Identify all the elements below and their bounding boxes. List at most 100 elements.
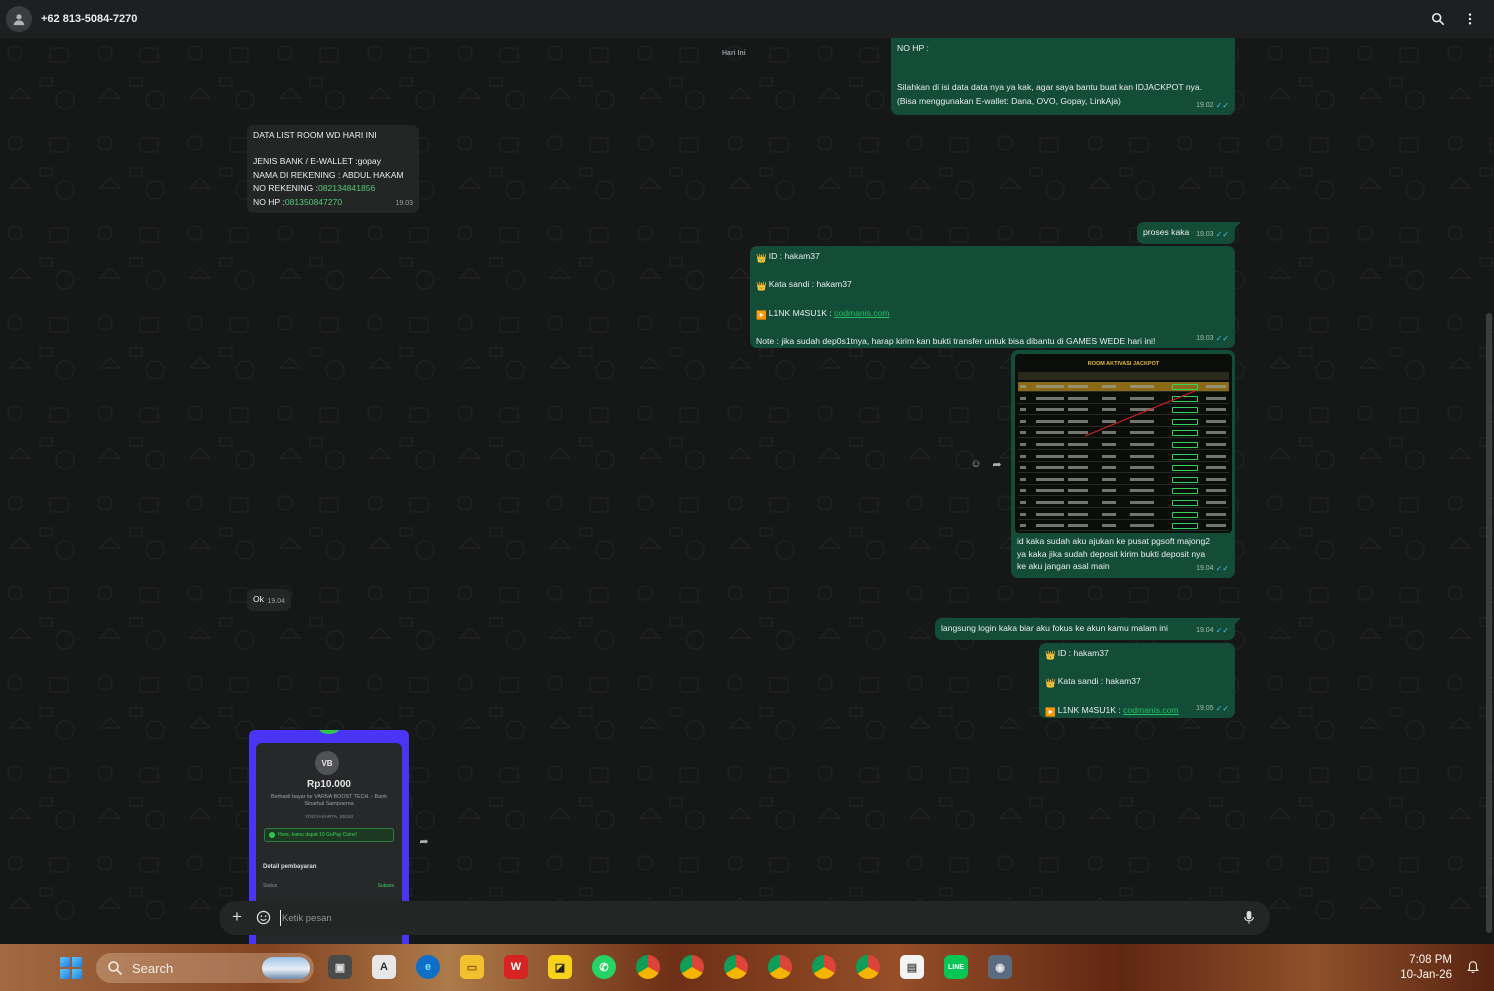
message-composer: +	[219, 901, 1270, 935]
message-text: JENIS BANK / E-WALLET :gopay	[253, 156, 382, 167]
task-view-icon[interactable]: ▣	[328, 955, 352, 979]
windows-start-icon[interactable]	[60, 957, 82, 979]
play-button-icon: ▶️	[756, 309, 767, 320]
crown-icon: 👑	[1045, 678, 1056, 689]
chrome-profile-icon[interactable]	[724, 955, 748, 979]
message-link[interactable]: codmanis.com	[1123, 705, 1178, 715]
payment-location: YOGYAKARTA, 55240	[304, 815, 354, 820]
forward-icon[interactable]: ➦	[990, 457, 1004, 471]
check-circle-icon	[269, 832, 275, 838]
double-check-icon: ✓✓	[1215, 100, 1229, 110]
message-text: ya kaka jika sudah deposit kirim bukti d…	[1017, 548, 1206, 559]
taskbar-clock[interactable]: 7:08 PM 10-Jan-26	[1400, 953, 1452, 983]
status-value: Sukses	[377, 883, 394, 889]
contact-name[interactable]: +62 813-5084-7270	[41, 13, 137, 25]
message-text: (Bisa menggunakan E-wallet: Dana, OVO, G…	[897, 95, 1121, 106]
emoji-react-icon[interactable]: ☺	[969, 457, 983, 471]
message-outgoing[interactable]: NO HP : Silahkan di isi data data nya ya…	[891, 38, 1235, 115]
taskbar-search[interactable]: Search	[96, 953, 314, 983]
message-time: 19.03	[395, 199, 413, 207]
message-outgoing[interactable]: langsung login kaka biar aku fokus ke ak…	[935, 618, 1241, 640]
message-outgoing[interactable]: ROOM AKTIVASI JACKPOT id kaka sudah aku …	[1011, 350, 1235, 578]
message-link[interactable]: codmanis.com	[834, 308, 889, 318]
message-outgoing[interactable]: 👑 ID : hakam37 👑 Kata sandi : hakam37 ▶️ L1…	[1039, 643, 1235, 718]
message-text: ke aku jangan asal main	[1017, 561, 1110, 572]
message-text: Silahkan di isi data data nya ya kak, ag…	[897, 82, 1203, 93]
message-text: 👑 ID : hakam37	[1045, 647, 1229, 662]
font-app-icon[interactable]: A	[372, 955, 396, 979]
message-time: 19.03 ✓✓	[1196, 332, 1229, 345]
search-highlight-image	[262, 957, 310, 979]
message-text: NO HP :081350847270	[253, 196, 343, 207]
more-vertical-icon[interactable]	[1462, 11, 1478, 27]
detail-heading: Detail pembayaran	[263, 864, 317, 870]
notification-bell-icon[interactable]	[1466, 960, 1480, 974]
sticky-notes-icon[interactable]: ◪	[548, 955, 572, 979]
message-incoming[interactable]: DATA LIST ROOM WD HARI INI JENIS BANK / …	[247, 125, 419, 213]
message-text: 👑 Kata sandi : hakam37	[1045, 675, 1229, 690]
message-time: 19.04 ✓✓	[1196, 624, 1229, 637]
message-text: NAMA DI REKENING : ABDUL HAKAM	[253, 169, 404, 180]
clock-time: 7:08 PM	[1409, 954, 1452, 966]
crown-icon: 👑	[1045, 650, 1056, 660]
forward-icon[interactable]: ➦	[417, 834, 431, 848]
microphone-icon[interactable]	[1242, 910, 1256, 925]
attach-plus-icon[interactable]: +	[229, 908, 245, 925]
message-text: NO HP :	[897, 43, 929, 53]
line-app-icon[interactable]: LINE	[944, 955, 968, 979]
chrome-profile-icon[interactable]	[680, 955, 704, 979]
payment-amount: Rp10.000	[307, 779, 351, 790]
chrome-profile-icon[interactable]	[856, 955, 880, 979]
message-incoming[interactable]: Ok 19.04	[247, 589, 291, 611]
message-outgoing[interactable]: 👑 ID : hakam37 👑 Kata sandi : hakam37 ▶️ L1…	[750, 246, 1235, 348]
double-check-icon: ✓✓	[1215, 563, 1229, 573]
file-explorer-icon[interactable]: ▭	[460, 955, 484, 979]
chat-header: +62 813-5084-7270	[0, 0, 1494, 38]
play-button-icon: ▶️	[1045, 706, 1056, 717]
crown-icon: 👑	[756, 281, 767, 292]
message-text: 👑 ID : hakam37	[756, 250, 1229, 265]
clock-date: 10-Jan-26	[1400, 969, 1452, 981]
promo-banner: Hore, kamu dapat 10 GoPay Coins!	[264, 828, 394, 842]
crown-icon: 👑	[756, 253, 767, 263]
date-chip: Hari Ini	[722, 50, 746, 57]
chrome-profile-icon[interactable]	[812, 955, 836, 979]
double-check-icon: ✓✓	[1215, 333, 1229, 343]
whatsapp-icon[interactable]: ✆	[592, 955, 616, 979]
message-text: 👑 Kata sandi : hakam37	[756, 278, 1229, 293]
phone-link[interactable]: 082134841856	[318, 183, 375, 193]
phone-link[interactable]: 081350847270	[285, 197, 342, 207]
double-check-icon: ✓✓	[1215, 625, 1229, 635]
sticker-emoji-icon[interactable]	[256, 910, 271, 925]
chat-area[interactable]: Hari Ini NO HP : Silahkan di isi data da…	[0, 38, 1494, 944]
document-app-icon[interactable]: ▤	[900, 955, 924, 979]
arrow-annotation	[1084, 390, 1196, 437]
edge-browser-icon[interactable]: e	[416, 955, 440, 979]
chrome-profile-icon[interactable]	[768, 955, 792, 979]
message-time: 19.02 ✓✓	[1196, 99, 1229, 112]
app-icon[interactable]: ◉	[988, 955, 1012, 979]
person-icon	[13, 14, 25, 26]
wps-office-icon[interactable]: W	[504, 955, 528, 979]
contact-avatar[interactable]	[6, 6, 32, 32]
search-label: Search	[132, 960, 174, 976]
search-icon[interactable]	[1430, 11, 1446, 27]
chrome-profile-icon[interactable]	[636, 955, 660, 979]
message-text: DATA LIST ROOM WD HARI INI	[253, 130, 377, 140]
double-check-icon: ✓✓	[1215, 229, 1229, 239]
merchant-avatar: VB	[315, 751, 339, 775]
message-text: ▶️ L1NK M4SU1K : codmanis.com	[756, 307, 1229, 322]
message-text: NO REKENING :082134841856	[253, 183, 376, 194]
message-input[interactable]	[280, 910, 1220, 926]
chat-wallpaper	[0, 38, 1494, 944]
chat-scrollbar[interactable]	[1486, 313, 1492, 933]
jackpot-image[interactable]: ROOM AKTIVASI JACKPOT	[1015, 354, 1232, 533]
message-time: 19.04 ✓✓	[1196, 562, 1229, 575]
message-time: 19.04	[267, 597, 285, 605]
message-outgoing[interactable]: proses kaka 19.03 ✓✓	[1137, 222, 1241, 244]
status-label: Status	[263, 883, 278, 889]
message-time: 19.05 ✓✓	[1196, 702, 1229, 715]
double-check-icon: ✓✓	[1215, 703, 1229, 713]
search-icon	[108, 961, 123, 976]
message-text: id kaka sudah aku ajukan ke pusat pgsoft…	[1017, 536, 1211, 546]
